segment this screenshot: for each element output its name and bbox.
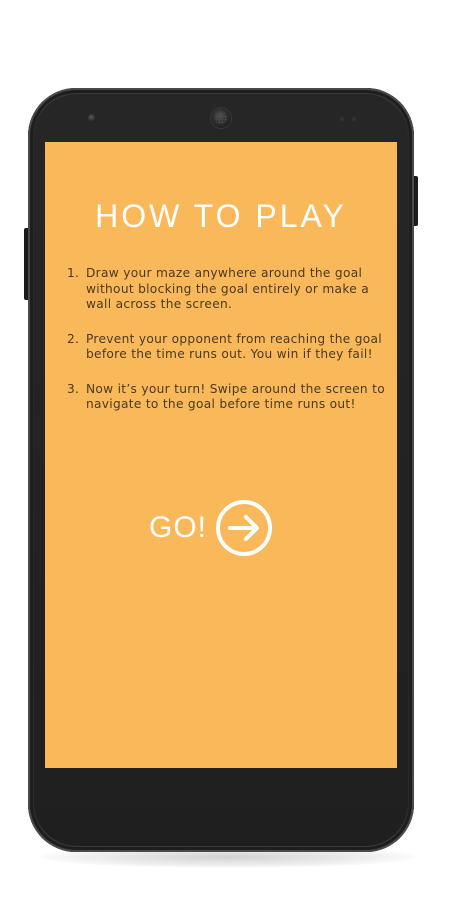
app-screen: HOW TO PLAY 1. Draw your maze anywhere a…	[45, 142, 397, 768]
list-item: 3. Now it’s your turn! Swipe around the …	[67, 382, 385, 413]
go-button[interactable]: GO!	[149, 500, 273, 556]
list-item-number: 3.	[67, 381, 80, 396]
front-camera-icon	[211, 108, 231, 128]
go-button-label: GO!	[149, 511, 208, 544]
arrow-right-circle-icon[interactable]	[215, 499, 273, 557]
instructions-list: 1. Draw your maze anywhere around the go…	[67, 266, 385, 432]
led-indicator-icon	[352, 117, 356, 121]
stage: HOW TO PLAY 1. Draw your maze anywhere a…	[0, 0, 453, 904]
list-item-text: Now it’s your turn! Swipe around the scr…	[86, 381, 385, 412]
list-item: 2. Prevent your opponent from reaching t…	[67, 332, 385, 363]
list-item-text: Prevent your opponent from reaching the …	[86, 331, 382, 362]
ambient-sensor-icon	[340, 117, 344, 121]
list-item-number: 1.	[67, 266, 80, 280]
proximity-sensor-icon	[88, 114, 96, 122]
speaker-grill-icon	[215, 112, 227, 124]
list-item-number: 2.	[67, 331, 80, 346]
page-title: HOW TO PLAY	[95, 198, 347, 234]
list-item-text: Draw your maze anywhere around the goal …	[86, 266, 369, 311]
list-item: 1. Draw your maze anywhere around the go…	[67, 266, 385, 313]
